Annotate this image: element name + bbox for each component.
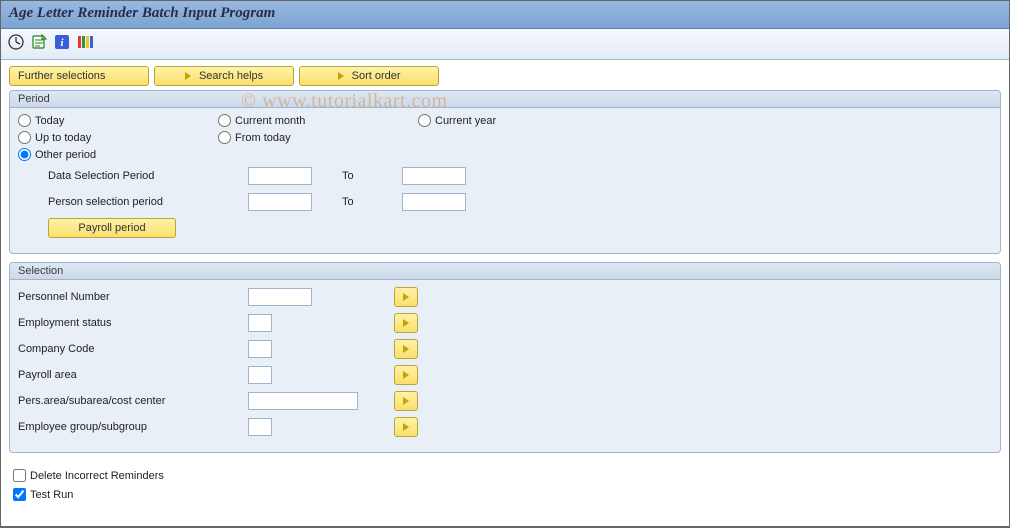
personnel_number-label: Personnel Number xyxy=(18,291,248,303)
delete-incorrect-checkbox-input[interactable] xyxy=(13,469,26,482)
arrow-right-icon xyxy=(403,345,409,353)
payroll_area-more-button[interactable] xyxy=(394,365,418,385)
color-legend-icon[interactable] xyxy=(76,33,94,51)
search-helps-button[interactable]: Search helps xyxy=(154,66,294,86)
personnel_number-input[interactable] xyxy=(248,288,312,306)
radio-up-to-today[interactable]: Up to today xyxy=(18,131,218,144)
radio-today-input[interactable] xyxy=(18,114,31,127)
arrow-right-icon xyxy=(185,72,191,80)
data-selection-from-input[interactable] xyxy=(248,167,312,185)
person-selection-period-label: Person selection period xyxy=(48,196,248,208)
arrow-right-icon xyxy=(403,397,409,405)
pers_area-input[interactable] xyxy=(248,392,358,410)
arrow-right-icon xyxy=(403,423,409,431)
selection-group-title: Selection xyxy=(10,263,1000,280)
arrow-right-icon xyxy=(403,319,409,327)
top-button-row: Further selections Search helps Sort ord… xyxy=(9,66,1001,86)
radio-from-today-input[interactable] xyxy=(218,131,231,144)
execute-icon[interactable] xyxy=(7,33,25,51)
radio-today[interactable]: Today xyxy=(18,114,218,127)
selection-group: Selection Personnel Number Employment sta… xyxy=(9,262,1001,453)
radio-other-period-input[interactable] xyxy=(18,148,31,161)
data-selection-to-input[interactable] xyxy=(402,167,466,185)
test-run-checkbox[interactable]: Test Run xyxy=(13,488,997,501)
radio-current-month[interactable]: Current month xyxy=(218,114,418,127)
options-area: Delete Incorrect Reminders Test Run xyxy=(9,461,1001,511)
emp_group-more-button[interactable] xyxy=(394,417,418,437)
test-run-checkbox-input[interactable] xyxy=(13,488,26,501)
radio-current-month-input[interactable] xyxy=(218,114,231,127)
delete-incorrect-checkbox[interactable]: Delete Incorrect Reminders xyxy=(13,469,997,482)
company_code-more-button[interactable] xyxy=(394,339,418,359)
window-titlebar: Age Letter Reminder Batch Input Program xyxy=(1,1,1009,29)
selection-row-personnel_number: Personnel Number xyxy=(18,286,992,308)
selection-row-employment_status: Employment status xyxy=(18,312,992,334)
selection-row-pers_area: Pers.area/subarea/cost center xyxy=(18,390,992,412)
period-group: Period Today Up to today xyxy=(9,90,1001,254)
payroll_area-label: Payroll area xyxy=(18,369,248,381)
period-group-title: Period xyxy=(10,91,1000,108)
employment_status-label: Employment status xyxy=(18,317,248,329)
person-selection-period-row: Person selection period To xyxy=(48,191,992,213)
arrow-right-icon xyxy=(403,371,409,379)
pers_area-label: Pers.area/subarea/cost center xyxy=(18,395,248,407)
selection-row-emp_group: Employee group/subgroup xyxy=(18,416,992,438)
payroll-period-button[interactable]: Payroll period xyxy=(48,218,176,238)
radio-up-to-today-input[interactable] xyxy=(18,131,31,144)
selection-row-payroll_area: Payroll area xyxy=(18,364,992,386)
data-selection-period-label: Data Selection Period xyxy=(48,170,248,182)
to-label-2: To xyxy=(312,196,402,208)
sort-order-button[interactable]: Sort order xyxy=(299,66,439,86)
employment_status-more-button[interactable] xyxy=(394,313,418,333)
pers_area-more-button[interactable] xyxy=(394,391,418,411)
personnel_number-more-button[interactable] xyxy=(394,287,418,307)
company_code-input[interactable] xyxy=(248,340,272,358)
radio-current-year-input[interactable] xyxy=(418,114,431,127)
radio-from-today[interactable]: From today xyxy=(218,131,418,144)
arrow-right-icon xyxy=(403,293,409,301)
radio-current-year[interactable]: Current year xyxy=(418,114,618,127)
radio-other-period[interactable]: Other period xyxy=(18,148,218,161)
payroll_area-input[interactable] xyxy=(248,366,272,384)
page-title: Age Letter Reminder Batch Input Program xyxy=(9,5,275,21)
emp_group-input[interactable] xyxy=(248,418,272,436)
execute-print-icon[interactable] xyxy=(30,33,48,51)
person-selection-from-input[interactable] xyxy=(248,193,312,211)
further-selections-button[interactable]: Further selections xyxy=(9,66,149,86)
emp_group-label: Employee group/subgroup xyxy=(18,421,248,433)
information-icon[interactable]: i xyxy=(53,33,71,51)
selection-row-company_code: Company Code xyxy=(18,338,992,360)
employment_status-input[interactable] xyxy=(248,314,272,332)
person-selection-to-input[interactable] xyxy=(402,193,466,211)
data-selection-period-row: Data Selection Period To xyxy=(48,165,992,187)
company_code-label: Company Code xyxy=(18,343,248,355)
to-label: To xyxy=(312,170,402,182)
app-toolbar: i xyxy=(1,29,1009,60)
arrow-right-icon xyxy=(338,72,344,80)
